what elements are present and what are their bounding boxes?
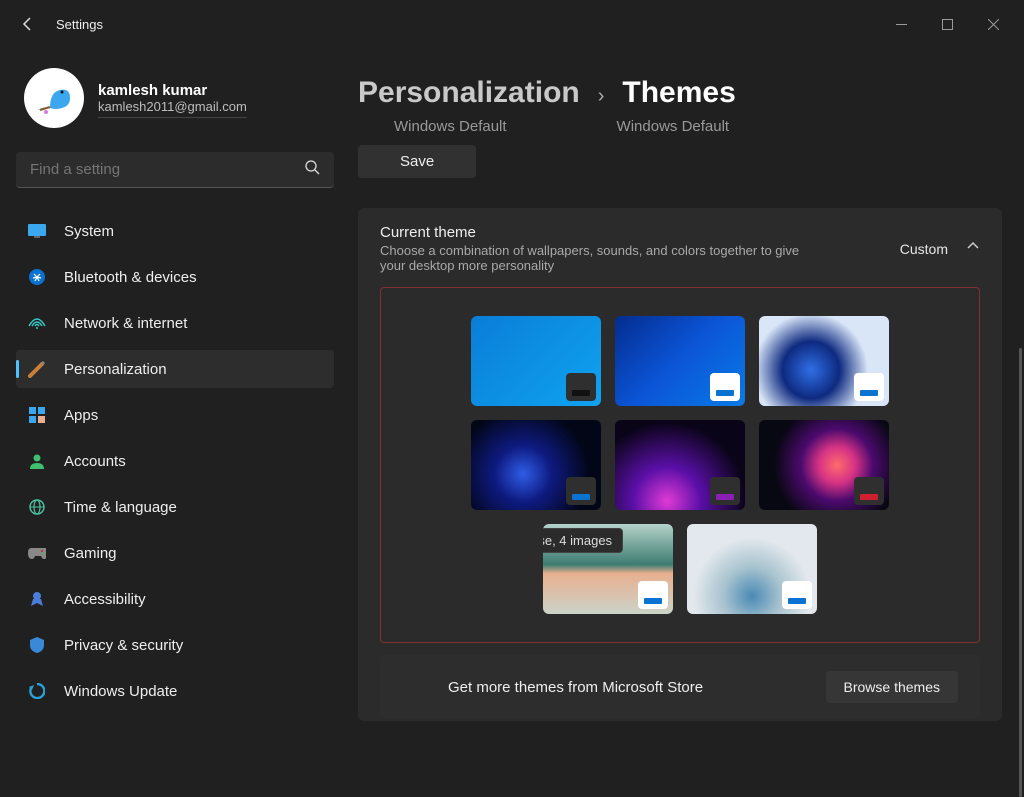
theme-label-right: Windows Default [617, 118, 730, 135]
theme-option[interactable] [759, 316, 889, 406]
minimize-button[interactable] [878, 8, 924, 40]
maximize-button[interactable] [924, 8, 970, 40]
sidebar-item-privacy-security[interactable]: Privacy & security [16, 626, 334, 664]
sidebar-item-accessibility[interactable]: Accessibility [16, 580, 334, 618]
sidebar-item-label: Privacy & security [64, 637, 183, 654]
sidebar-item-label: Accessibility [64, 591, 146, 608]
sidebar-item-windows-update[interactable]: Windows Update [16, 672, 334, 710]
page-title: Themes [622, 76, 735, 110]
back-button[interactable] [8, 4, 48, 44]
current-theme-card: Current theme Choose a combination of wa… [358, 208, 1002, 721]
theme-grid: Sunrise, 4 images [380, 287, 980, 643]
sidebar-item-time-language[interactable]: Time & language [16, 488, 334, 526]
avatar [24, 68, 84, 128]
sidebar-item-personalization[interactable]: Personalization [16, 350, 334, 388]
nav-icon [28, 360, 46, 378]
breadcrumb: Personalization › Themes [358, 76, 1002, 110]
search-field[interactable] [30, 161, 304, 178]
theme-option[interactable] [759, 420, 889, 510]
sidebar-item-label: Gaming [64, 545, 117, 562]
nav-icon [28, 222, 46, 240]
search-input[interactable] [16, 152, 334, 188]
theme-option[interactable] [615, 420, 745, 510]
sidebar-item-label: Personalization [64, 361, 167, 378]
theme-option[interactable] [471, 420, 601, 510]
sidebar-item-bluetooth-devices[interactable]: Bluetooth & devices [16, 258, 334, 296]
tooltip: Sunrise, 4 images [543, 528, 623, 553]
breadcrumb-parent[interactable]: Personalization [358, 76, 580, 110]
sidebar-item-system[interactable]: System [16, 212, 334, 250]
nav-icon [28, 682, 46, 700]
sidebar-item-network-internet[interactable]: Network & internet [16, 304, 334, 342]
current-theme-subtitle: Choose a combination of wallpapers, soun… [380, 243, 820, 273]
nav-icon [28, 406, 46, 424]
chevron-up-icon[interactable] [966, 239, 980, 258]
sidebar-item-label: Bluetooth & devices [64, 269, 197, 286]
window-title: Settings [56, 17, 103, 32]
search-icon [304, 159, 320, 180]
nav-icon [28, 498, 46, 516]
sidebar-item-accounts[interactable]: Accounts [16, 442, 334, 480]
user-profile[interactable]: kamlesh kumar kamlesh2011@gmail.com [16, 68, 334, 128]
nav-icon [28, 452, 46, 470]
sidebar-item-label: Accounts [64, 453, 126, 470]
sidebar-item-label: System [64, 223, 114, 240]
sidebar-item-label: Time & language [64, 499, 177, 516]
user-name: kamlesh kumar [98, 82, 247, 99]
user-email: kamlesh2011@gmail.com [98, 99, 247, 114]
nav-icon [28, 544, 46, 562]
theme-option[interactable] [471, 316, 601, 406]
sidebar-item-gaming[interactable]: Gaming [16, 534, 334, 572]
browse-themes-button[interactable]: Browse themes [826, 671, 958, 703]
sidebar-item-label: Apps [64, 407, 98, 424]
scrollbar[interactable] [1019, 348, 1022, 797]
current-theme-value: Custom [900, 241, 948, 257]
current-theme-title: Current theme [380, 224, 900, 241]
nav-icon [28, 590, 46, 608]
store-row: Get more themes from Microsoft Store Bro… [380, 655, 980, 719]
nav-icon [28, 268, 46, 286]
save-button[interactable]: Save [358, 145, 476, 178]
sidebar-item-label: Network & internet [64, 315, 187, 332]
nav-icon [28, 636, 46, 654]
nav-icon [28, 314, 46, 332]
sidebar-item-apps[interactable]: Apps [16, 396, 334, 434]
theme-option[interactable]: Sunrise, 4 images [543, 524, 673, 614]
chevron-right-icon: › [598, 85, 605, 108]
sidebar-item-label: Windows Update [64, 683, 177, 700]
theme-option[interactable] [615, 316, 745, 406]
store-text: Get more themes from Microsoft Store [448, 679, 703, 696]
theme-option[interactable] [687, 524, 817, 614]
theme-label-left: Windows Default [394, 118, 507, 135]
close-button[interactable] [970, 8, 1016, 40]
